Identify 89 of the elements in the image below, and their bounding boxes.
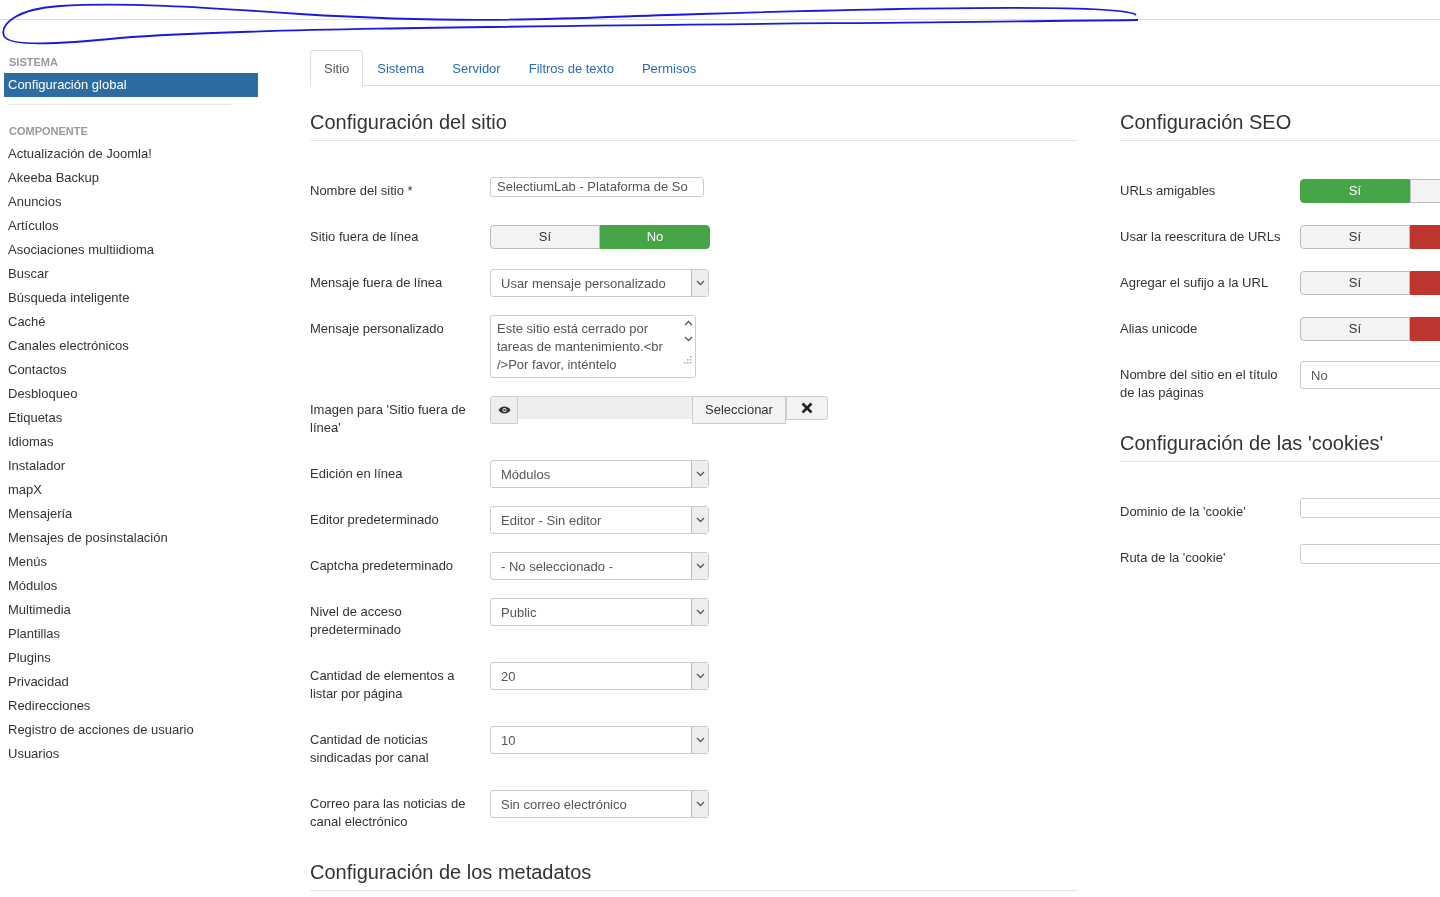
field-label: Dominio de la 'cookie' <box>1120 503 1247 521</box>
sidebar-item[interactable]: Desbloqueo <box>4 382 258 406</box>
sidebar-item[interactable]: Menús <box>4 550 258 574</box>
section-heading: Configuración SEO <box>1120 86 1440 141</box>
clear-button[interactable] <box>785 396 828 420</box>
caret-icon <box>691 553 708 579</box>
sidebar-item[interactable]: Registro de acciones de usuario <box>4 718 258 742</box>
field-label: Nombre del sitio en el título de las páginas <box>1120 366 1279 402</box>
sidebar-item[interactable]: Anuncios <box>4 190 258 214</box>
select-field[interactable]: Usar mensaje personalizado <box>490 269 709 297</box>
sidebar-item[interactable]: Akeeba Backup <box>4 166 258 190</box>
scroll-up-icon[interactable] <box>683 320 693 326</box>
select-field[interactable]: Sin correo electrónico <box>490 790 709 818</box>
sidebar-item[interactable]: Usuarios <box>4 742 258 766</box>
section-heading: Configuración del sitio <box>310 86 1077 141</box>
toggle-option[interactable]: Sí <box>490 225 600 249</box>
field-label: Mensaje personalizado <box>310 320 445 338</box>
caret-icon <box>691 507 708 533</box>
sidebar-item[interactable]: Caché <box>4 310 258 334</box>
toggle-option[interactable]: Sí <box>1300 225 1410 249</box>
textarea-field[interactable]: Este sitio está cerrado por tareas de mantenimiento.<br />Por favor, inténtelo <box>490 315 696 378</box>
field-label: URLs amigables <box>1120 182 1217 200</box>
resize-grip-icon[interactable] <box>684 356 692 364</box>
field-label: Agregar el sufijo a la URL <box>1120 274 1270 292</box>
sidebar-item[interactable]: Privacidad <box>4 670 258 694</box>
section-heading: Configuración de los metadatos <box>310 854 1077 891</box>
scroll-down-icon[interactable] <box>683 336 693 342</box>
sidebar-heading: SISTEMA <box>8 55 59 70</box>
sidebar-item[interactable]: Artículos <box>4 214 258 238</box>
text-field[interactable]: SelectiumLab - Plataforma de So <box>490 177 704 197</box>
close-icon <box>800 402 813 414</box>
select-field[interactable]: 20 <box>490 662 709 690</box>
select-button[interactable]: Seleccionar <box>692 396 786 424</box>
sidebar-item[interactable]: Idiomas <box>4 430 258 454</box>
sidebar-item[interactable]: Actualización de Joomla! <box>4 142 258 166</box>
caret-icon <box>691 727 708 753</box>
sidebar-item[interactable]: Búsqueda inteligente <box>4 286 258 310</box>
select-field[interactable]: - No seleccionado - <box>490 552 709 580</box>
caret-icon <box>691 599 708 625</box>
toggle-option[interactable]: Sí <box>1300 317 1410 341</box>
toggle-option[interactable]: Sí <box>1300 271 1410 295</box>
section-heading: Configuración de las 'cookies' <box>1120 425 1440 462</box>
field-label: Correo para las noticias de canal electrónico <box>310 795 467 831</box>
tab[interactable]: Filtros de texto <box>514 50 628 85</box>
sidebar-item[interactable]: Instalador <box>4 454 258 478</box>
sidebar-item[interactable]: Buscar <box>4 262 258 286</box>
sidebar-item[interactable]: Redirecciones <box>4 694 258 718</box>
field-label: Editor predeterminado <box>310 511 440 529</box>
image-path-field[interactable] <box>518 396 692 419</box>
sidebar-item[interactable]: Mensajes de posinstalación <box>4 526 258 550</box>
caret-icon <box>691 663 708 689</box>
field-label: Alias unicode <box>1120 320 1199 338</box>
eye-icon <box>497 406 511 414</box>
field-label: Ruta de la 'cookie' <box>1120 549 1227 567</box>
field-label: Sitio fuera de línea <box>310 228 420 246</box>
sidebar-item[interactable]: Configuración global <box>4 73 258 97</box>
field-label: Cantidad de elementos a listar por página <box>310 667 456 703</box>
sidebar-item[interactable]: Asociaciones multiidioma <box>4 238 258 262</box>
sidebar-item[interactable]: Plantillas <box>4 622 258 646</box>
select-field[interactable]: 10 <box>490 726 709 754</box>
sidebar-item[interactable]: Contactos <box>4 358 258 382</box>
sidebar-item[interactable]: Módulos <box>4 574 258 598</box>
field-label: Nivel de acceso predeterminado <box>310 603 403 639</box>
field-label: Cantidad de noticias sindicadas por canal <box>310 731 430 767</box>
sidebar-item[interactable]: mapX <box>4 478 258 502</box>
sidebar-item[interactable]: Mensajería <box>4 502 258 526</box>
caret-icon <box>691 461 708 487</box>
sidebar-item[interactable]: Etiquetas <box>4 406 258 430</box>
tab[interactable]: Permisos <box>627 50 711 85</box>
select-field[interactable]: Public <box>490 598 709 626</box>
sidebar-item[interactable]: Plugins <box>4 646 258 670</box>
select-field[interactable]: No <box>1300 361 1440 389</box>
field-label: Captcha predeterminado <box>310 557 455 575</box>
field-label: Nombre del sitio * <box>310 182 414 200</box>
field-label: Usar la reescritura de URLs <box>1120 228 1282 246</box>
field-label: Imagen para 'Sitio fuera de línea' <box>310 401 467 437</box>
caret-icon <box>691 270 708 296</box>
sidebar-item[interactable]: Canales electrónicos <box>4 334 258 358</box>
tab[interactable]: Sitio <box>310 50 364 87</box>
sidebar-item[interactable]: Multimedia <box>4 598 258 622</box>
preview-button[interactable] <box>490 396 518 424</box>
select-field[interactable]: Módulos <box>490 460 709 488</box>
select-field[interactable]: Editor - Sin editor <box>490 506 709 534</box>
field-label: Mensaje fuera de línea <box>310 274 444 292</box>
caret-icon <box>691 791 708 817</box>
field-label: Edición en línea <box>310 465 404 483</box>
sidebar-heading: COMPONENTE <box>8 124 89 139</box>
tab[interactable]: Sistema <box>363 50 439 85</box>
tab[interactable]: Servidor <box>438 50 515 85</box>
